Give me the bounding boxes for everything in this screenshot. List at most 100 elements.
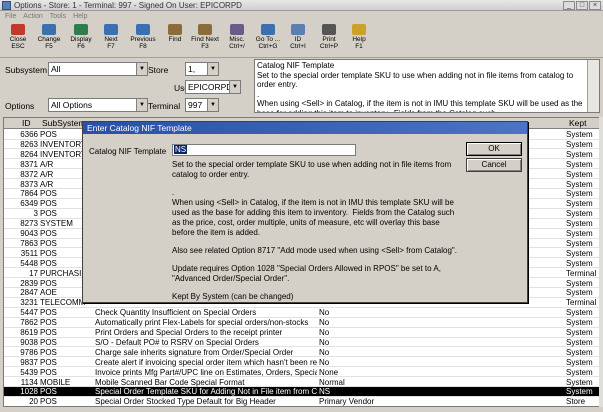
description-scrollbar[interactable]: [587, 60, 599, 112]
option-description-text: Catalog NIF Template Set to the special …: [257, 61, 583, 113]
terminal-label: Terminal: [148, 101, 181, 111]
column-header-subsystem[interactable]: SubSystem: [42, 118, 85, 129]
subsystem-label: Subsystem: [5, 65, 48, 75]
cell-subsystem: POS: [40, 328, 57, 337]
table-row[interactable]: 9786 POS Charge sale inherits signature fr…: [4, 347, 599, 358]
toolbar-button-display[interactable]: Display F6: [66, 24, 96, 56]
cell-id: 7862: [20, 318, 38, 328]
cell-id: 6349: [20, 199, 38, 209]
cell-kept: Terminal: [566, 298, 597, 308]
help-icon: [352, 24, 366, 35]
menu-bar: File Action Tools Help: [0, 11, 603, 22]
toolbar-button-label: Next: [104, 36, 118, 43]
cell-kept: Store: [566, 397, 586, 407]
maximize-icon[interactable]: □: [576, 1, 588, 10]
grid-scrollbar[interactable]: [599, 117, 603, 407]
catalog-nif-dialog: Enter Catalog NIF Template Catalog NIF T…: [82, 121, 528, 303]
menu-action[interactable]: Action: [23, 11, 42, 22]
toolbar-button-label: Display: [70, 36, 92, 43]
toolbar-button-label: ID: [294, 36, 302, 43]
toolbar-button-print[interactable]: Print Ctrl+P: [314, 24, 344, 56]
toolbar-button-shortcut: Ctrl+/: [229, 43, 245, 50]
options-select[interactable]: All Options ▼: [48, 98, 148, 112]
cell-kept: System: [566, 367, 593, 377]
toolbar-button-label: Find: [168, 36, 182, 43]
table-row[interactable]: 9038 POS S/O - Default PO# to RSRV on Spec…: [4, 338, 599, 348]
toolbar-button-id[interactable]: ID Ctrl+I: [283, 24, 313, 56]
cell-kept: System: [566, 328, 593, 337]
cancel-button[interactable]: Cancel: [466, 158, 522, 172]
minimize-icon[interactable]: _: [563, 1, 575, 10]
cell-id: 8619: [20, 328, 38, 337]
cell-value: NS: [319, 387, 331, 397]
column-header-id[interactable]: ID: [22, 118, 31, 129]
toolbar-button-shortcut: F8: [139, 43, 147, 50]
store-select[interactable]: 1, ▼: [185, 62, 219, 76]
toolbar-button-goto[interactable]: Go To ... Ctrl+G: [253, 24, 283, 56]
table-row[interactable]: 1028 POS Special Order Template SKU for Ad…: [4, 387, 599, 397]
cell-subsystem: POS: [40, 357, 57, 367]
cell-value: No: [319, 318, 330, 328]
table-row[interactable]: 20 POS Special Order Stocked Type Default …: [4, 397, 599, 407]
menu-help[interactable]: Help: [73, 11, 87, 22]
chevron-down-icon[interactable]: ▼: [207, 99, 218, 111]
cell-id: 8372: [20, 169, 38, 179]
toolbar-button-misc[interactable]: Misc. Ctrl+/: [222, 24, 252, 56]
toolbar-button-label: Find Next: [191, 36, 219, 43]
toolbar-button-find-next[interactable]: Find Next F3: [190, 24, 220, 56]
catalog-nif-label: Catalog NIF Template: [89, 147, 167, 156]
table-row[interactable]: 7862 POS Automatically print Flex-Labels f…: [4, 318, 599, 328]
table-row[interactable]: 1134 MOBILE Mobile Scanned Bar Code Specia…: [4, 377, 599, 388]
column-header-kept[interactable]: Kept: [569, 118, 587, 129]
cell-kept: System: [566, 179, 593, 189]
window-title: Options - Store: 1 - Terminal: 997 - Sig…: [14, 1, 242, 10]
chevron-down-icon[interactable]: ▼: [136, 99, 147, 111]
options-label: Options: [5, 101, 35, 111]
toolbar-button-find[interactable]: Find: [160, 24, 190, 56]
cell-id: 3511: [20, 248, 38, 258]
toolbar-button-change[interactable]: Change F5: [34, 24, 64, 56]
cell-description: Create alert if invoicing special order …: [95, 357, 317, 367]
cell-kept: System: [566, 248, 593, 258]
toolbar-button-shortcut: Ctrl+I: [290, 43, 306, 50]
subsystem-select[interactable]: All ▼: [48, 62, 148, 76]
cell-id: 6366: [20, 130, 38, 139]
cell-kept: System: [566, 377, 593, 387]
previous-icon: [136, 24, 150, 35]
chevron-down-icon[interactable]: ▼: [136, 63, 147, 75]
next-icon: [104, 24, 118, 35]
table-row[interactable]: 5439 POS Invoice prints Mfg Part#/UPC line…: [4, 367, 599, 378]
toolbar: Close ESC Change F5 Display F6 Next F7 Previous F…: [0, 22, 603, 58]
toolbar-button-help[interactable]: Help F1: [344, 24, 374, 56]
cell-kept: System: [566, 347, 593, 357]
table-row[interactable]: 8619 POS Print Orders and Special Orders t…: [4, 328, 599, 338]
cell-kept: System: [566, 219, 593, 229]
cell-kept: System: [566, 159, 593, 169]
cell-value: Primary Vendor: [319, 397, 375, 407]
dialog-paragraph: Set to the special order template SKU to…: [172, 160, 454, 179]
toolbar-button-close[interactable]: Close ESC: [3, 24, 33, 56]
catalog-nif-input[interactable]: NS: [172, 144, 356, 156]
cell-kept: System: [566, 308, 593, 318]
cell-id: 2847: [20, 288, 38, 298]
cell-subsystem: POS: [40, 318, 57, 328]
cell-id: 7863: [20, 238, 38, 248]
toolbar-button-previous[interactable]: Previous F8: [128, 24, 158, 56]
menu-file[interactable]: File: [5, 11, 16, 22]
close-window-icon[interactable]: ×: [589, 1, 601, 10]
cell-subsystem: POS: [40, 387, 57, 397]
chevron-down-icon[interactable]: ▼: [229, 81, 240, 93]
cell-id: 8373: [20, 179, 38, 189]
toolbar-button-next[interactable]: Next F7: [96, 24, 126, 56]
chevron-down-icon[interactable]: ▼: [207, 63, 218, 75]
toolbar-button-label: Help: [352, 36, 366, 43]
ok-button[interactable]: OK: [466, 142, 522, 156]
table-row[interactable]: 9837 POS Create alert if invoicing special…: [4, 357, 599, 368]
terminal-select[interactable]: 997 ▼: [185, 98, 219, 112]
menu-tools[interactable]: Tools: [50, 11, 66, 22]
cell-id: 9043: [20, 229, 38, 238]
change-icon: [42, 24, 56, 35]
cell-id: 8371: [20, 159, 38, 169]
catalog-nif-value: NS: [174, 145, 188, 154]
user-select[interactable]: EPICORPD ▼: [185, 80, 241, 94]
